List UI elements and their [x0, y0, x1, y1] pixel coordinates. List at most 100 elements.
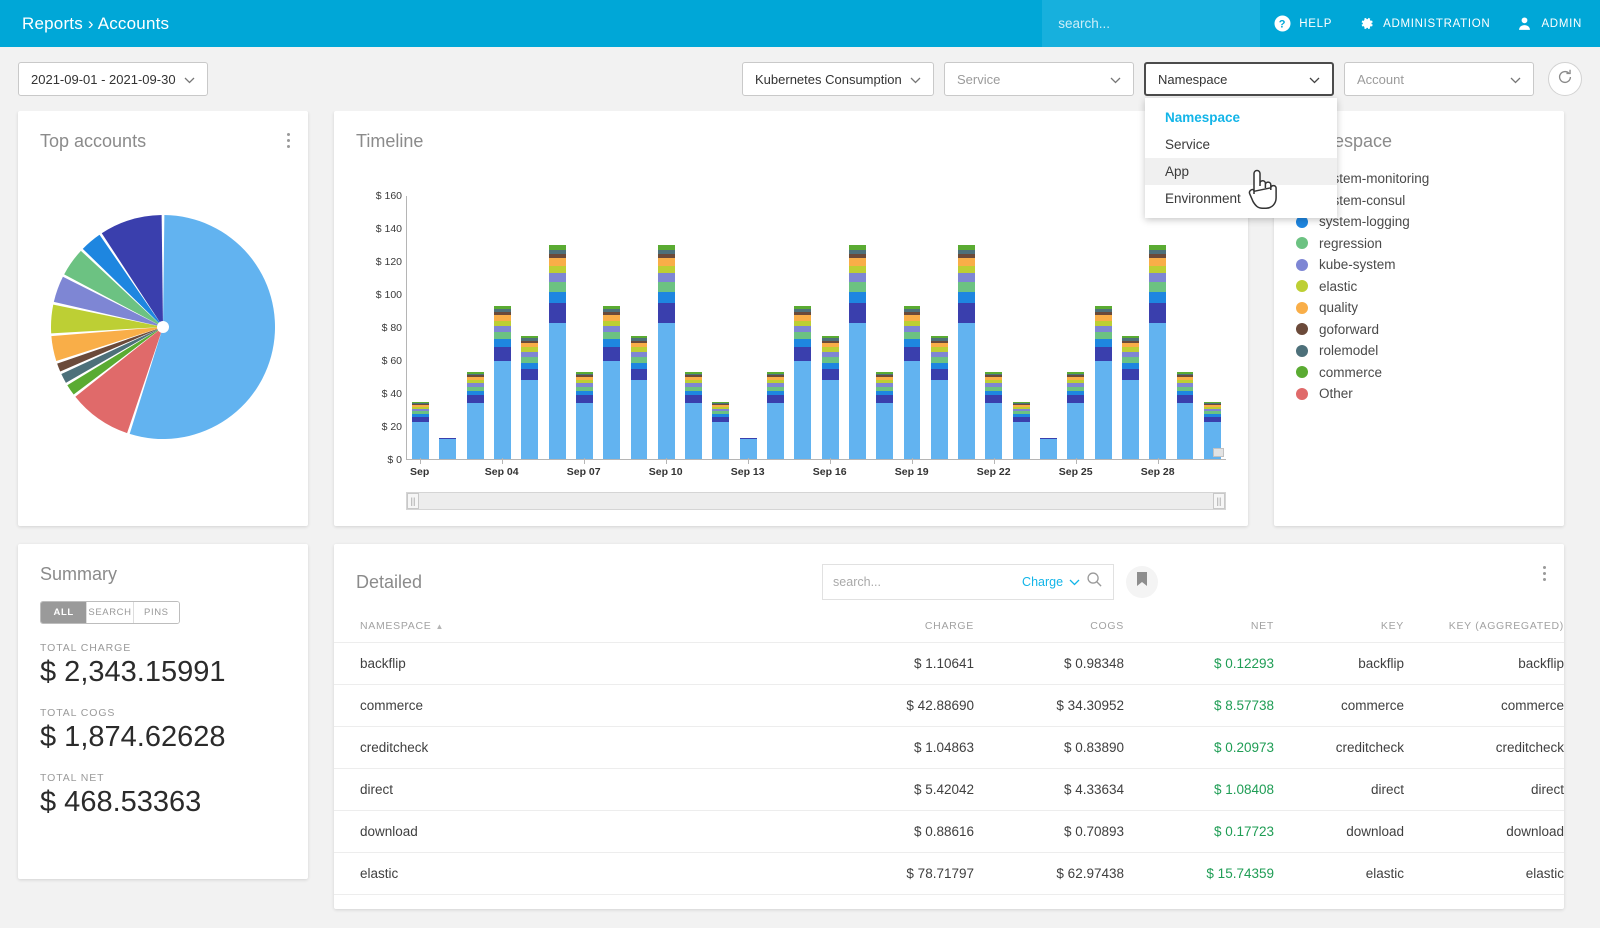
bar-slot[interactable] [516, 196, 543, 459]
legend-item[interactable]: regression [1296, 233, 1542, 255]
stacked-bar[interactable] [821, 335, 839, 459]
column-header-cogs[interactable]: COGS [974, 614, 1124, 643]
table-row[interactable]: commerce $ 42.88690 $ 34.30952 $ 8.57738 com… [334, 684, 1564, 727]
bar-slot[interactable] [680, 196, 707, 459]
bar-slot[interactable] [653, 196, 680, 459]
column-header-key-aggregated[interactable]: KEY (AGGREGATED) [1404, 614, 1564, 643]
search-icon[interactable] [1086, 571, 1103, 593]
stacked-bar[interactable] [685, 372, 703, 459]
detailed-search-box[interactable]: Charge [822, 564, 1115, 600]
timeline-scrollbar[interactable]: || || [406, 492, 1226, 510]
bar-slot[interactable] [1008, 196, 1035, 459]
administration-button[interactable]: ADMINISTRATION [1358, 15, 1490, 32]
bar-slot[interactable] [571, 196, 598, 459]
bookmark-button[interactable] [1126, 566, 1159, 598]
stacked-bar[interactable] [712, 401, 730, 459]
stacked-bar[interactable] [412, 401, 430, 459]
namespace-group-dropdown[interactable]: Namespace Service App Environment [1145, 98, 1337, 218]
chevron-down-icon[interactable] [1069, 573, 1080, 591]
detailed-sort-field[interactable]: Charge [1022, 575, 1063, 589]
bar-slot[interactable] [816, 196, 843, 459]
stacked-bar[interactable] [1067, 372, 1085, 459]
stacked-bar[interactable] [876, 372, 894, 459]
summary-tab-all[interactable]: ALL [41, 602, 88, 623]
dropdown-option-service[interactable]: Service [1145, 131, 1337, 158]
bar-slot[interactable] [844, 196, 871, 459]
legend-item[interactable]: kube-system [1296, 254, 1542, 276]
stacked-bar[interactable] [521, 335, 539, 459]
stacked-bar[interactable] [794, 306, 812, 459]
bar-slot[interactable] [953, 196, 980, 459]
global-search-input[interactable] [1058, 16, 1245, 31]
stacked-bar[interactable] [657, 245, 675, 459]
bar-slot[interactable] [543, 196, 570, 459]
bar-slot[interactable] [434, 196, 461, 459]
bar-slot[interactable] [625, 196, 652, 459]
stacked-bar[interactable] [603, 306, 621, 459]
stacked-bar[interactable] [767, 372, 784, 459]
report-type-select[interactable]: Kubernetes Consumption [742, 62, 934, 96]
admin-user-button[interactable]: ADMIN [1516, 15, 1582, 32]
stacked-bar[interactable] [1121, 335, 1139, 459]
stacked-bar[interactable] [466, 372, 484, 459]
help-button[interactable]: ? HELP [1274, 15, 1332, 32]
bar-slot[interactable] [1117, 196, 1144, 459]
stacked-bar[interactable] [548, 245, 566, 459]
scrollbar-left-grip[interactable]: || [407, 493, 419, 509]
bar-slot[interactable] [871, 196, 898, 459]
bar-slot[interactable] [1199, 196, 1226, 459]
table-row[interactable]: goforward$ 51.59791$ 41.27833$ 10.31958g… [334, 894, 1564, 909]
legend-item[interactable]: commerce [1296, 362, 1542, 384]
stacked-bar[interactable] [739, 437, 757, 459]
stacked-bar[interactable] [903, 306, 921, 459]
column-header-key[interactable]: KEY [1274, 614, 1404, 643]
stacked-bar[interactable] [1149, 245, 1167, 459]
stacked-bar[interactable] [439, 437, 457, 459]
global-search[interactable] [1042, 0, 1261, 47]
dropdown-option-app[interactable]: App [1145, 158, 1337, 185]
bar-slot[interactable] [926, 196, 953, 459]
service-filter-select[interactable]: Service [944, 62, 1134, 96]
bar-slot[interactable] [735, 196, 762, 459]
dropdown-option-environment[interactable]: Environment [1145, 185, 1337, 212]
stacked-bar[interactable] [1040, 437, 1057, 459]
summary-tab-search[interactable]: SEARCH [87, 602, 134, 623]
bar-slot[interactable] [489, 196, 516, 459]
summary-tab-pins[interactable]: PINS [133, 602, 179, 623]
refresh-button[interactable] [1548, 62, 1582, 96]
stacked-bar[interactable] [1176, 372, 1194, 459]
stacked-bar[interactable] [985, 372, 1003, 459]
legend-item[interactable]: elastic [1296, 276, 1542, 298]
table-row[interactable]: backflip $ 1.10641 $ 0.98348 $ 0.12293 backf… [334, 642, 1564, 685]
column-header-namespace[interactable]: NAMESPACE ▲ [334, 614, 804, 643]
detailed-menu-button[interactable] [1543, 566, 1546, 581]
bar-slot[interactable] [407, 196, 434, 459]
date-range-picker[interactable]: 2021-09-01 - 2021-09-30 [18, 62, 208, 96]
stacked-bar[interactable] [630, 335, 648, 459]
account-filter-select[interactable]: Account [1344, 62, 1534, 96]
scrollbar-right-grip[interactable]: || [1213, 493, 1225, 509]
detailed-search-input[interactable] [833, 575, 1017, 589]
legend-item[interactable]: rolemodel [1296, 340, 1542, 362]
table-row[interactable]: download $ 0.88616 $ 0.70893 $ 0.17723 downl… [334, 810, 1564, 853]
stacked-bar[interactable] [848, 245, 866, 459]
bar-slot[interactable] [462, 196, 489, 459]
bar-slot[interactable] [762, 196, 789, 459]
stacked-bar[interactable] [575, 372, 593, 459]
top-accounts-menu-button[interactable] [287, 133, 290, 148]
legend-item[interactable]: quality [1296, 297, 1542, 319]
table-row[interactable]: direct $ 5.42042 $ 4.33634 $ 1.08408 direct d… [334, 768, 1564, 811]
dropdown-option-namespace[interactable]: Namespace [1145, 104, 1337, 131]
stacked-bar[interactable] [930, 335, 948, 459]
stacked-bar[interactable] [958, 245, 976, 459]
legend-item[interactable]: Other [1296, 383, 1542, 405]
namespace-group-select[interactable]: Namespace Namespace Service App Environm… [1144, 62, 1337, 218]
table-row[interactable]: creditcheck $ 1.04863 $ 0.83890 $ 0.20973 cr… [334, 726, 1564, 769]
bar-slot[interactable] [1062, 196, 1089, 459]
bar-slot[interactable] [1089, 196, 1116, 459]
bar-slot[interactable] [789, 196, 816, 459]
bar-slot[interactable] [1171, 196, 1198, 459]
chart-resize-handle[interactable] [1213, 448, 1224, 457]
stacked-bar[interactable] [1094, 306, 1112, 459]
column-header-net[interactable]: NET [1124, 614, 1274, 643]
